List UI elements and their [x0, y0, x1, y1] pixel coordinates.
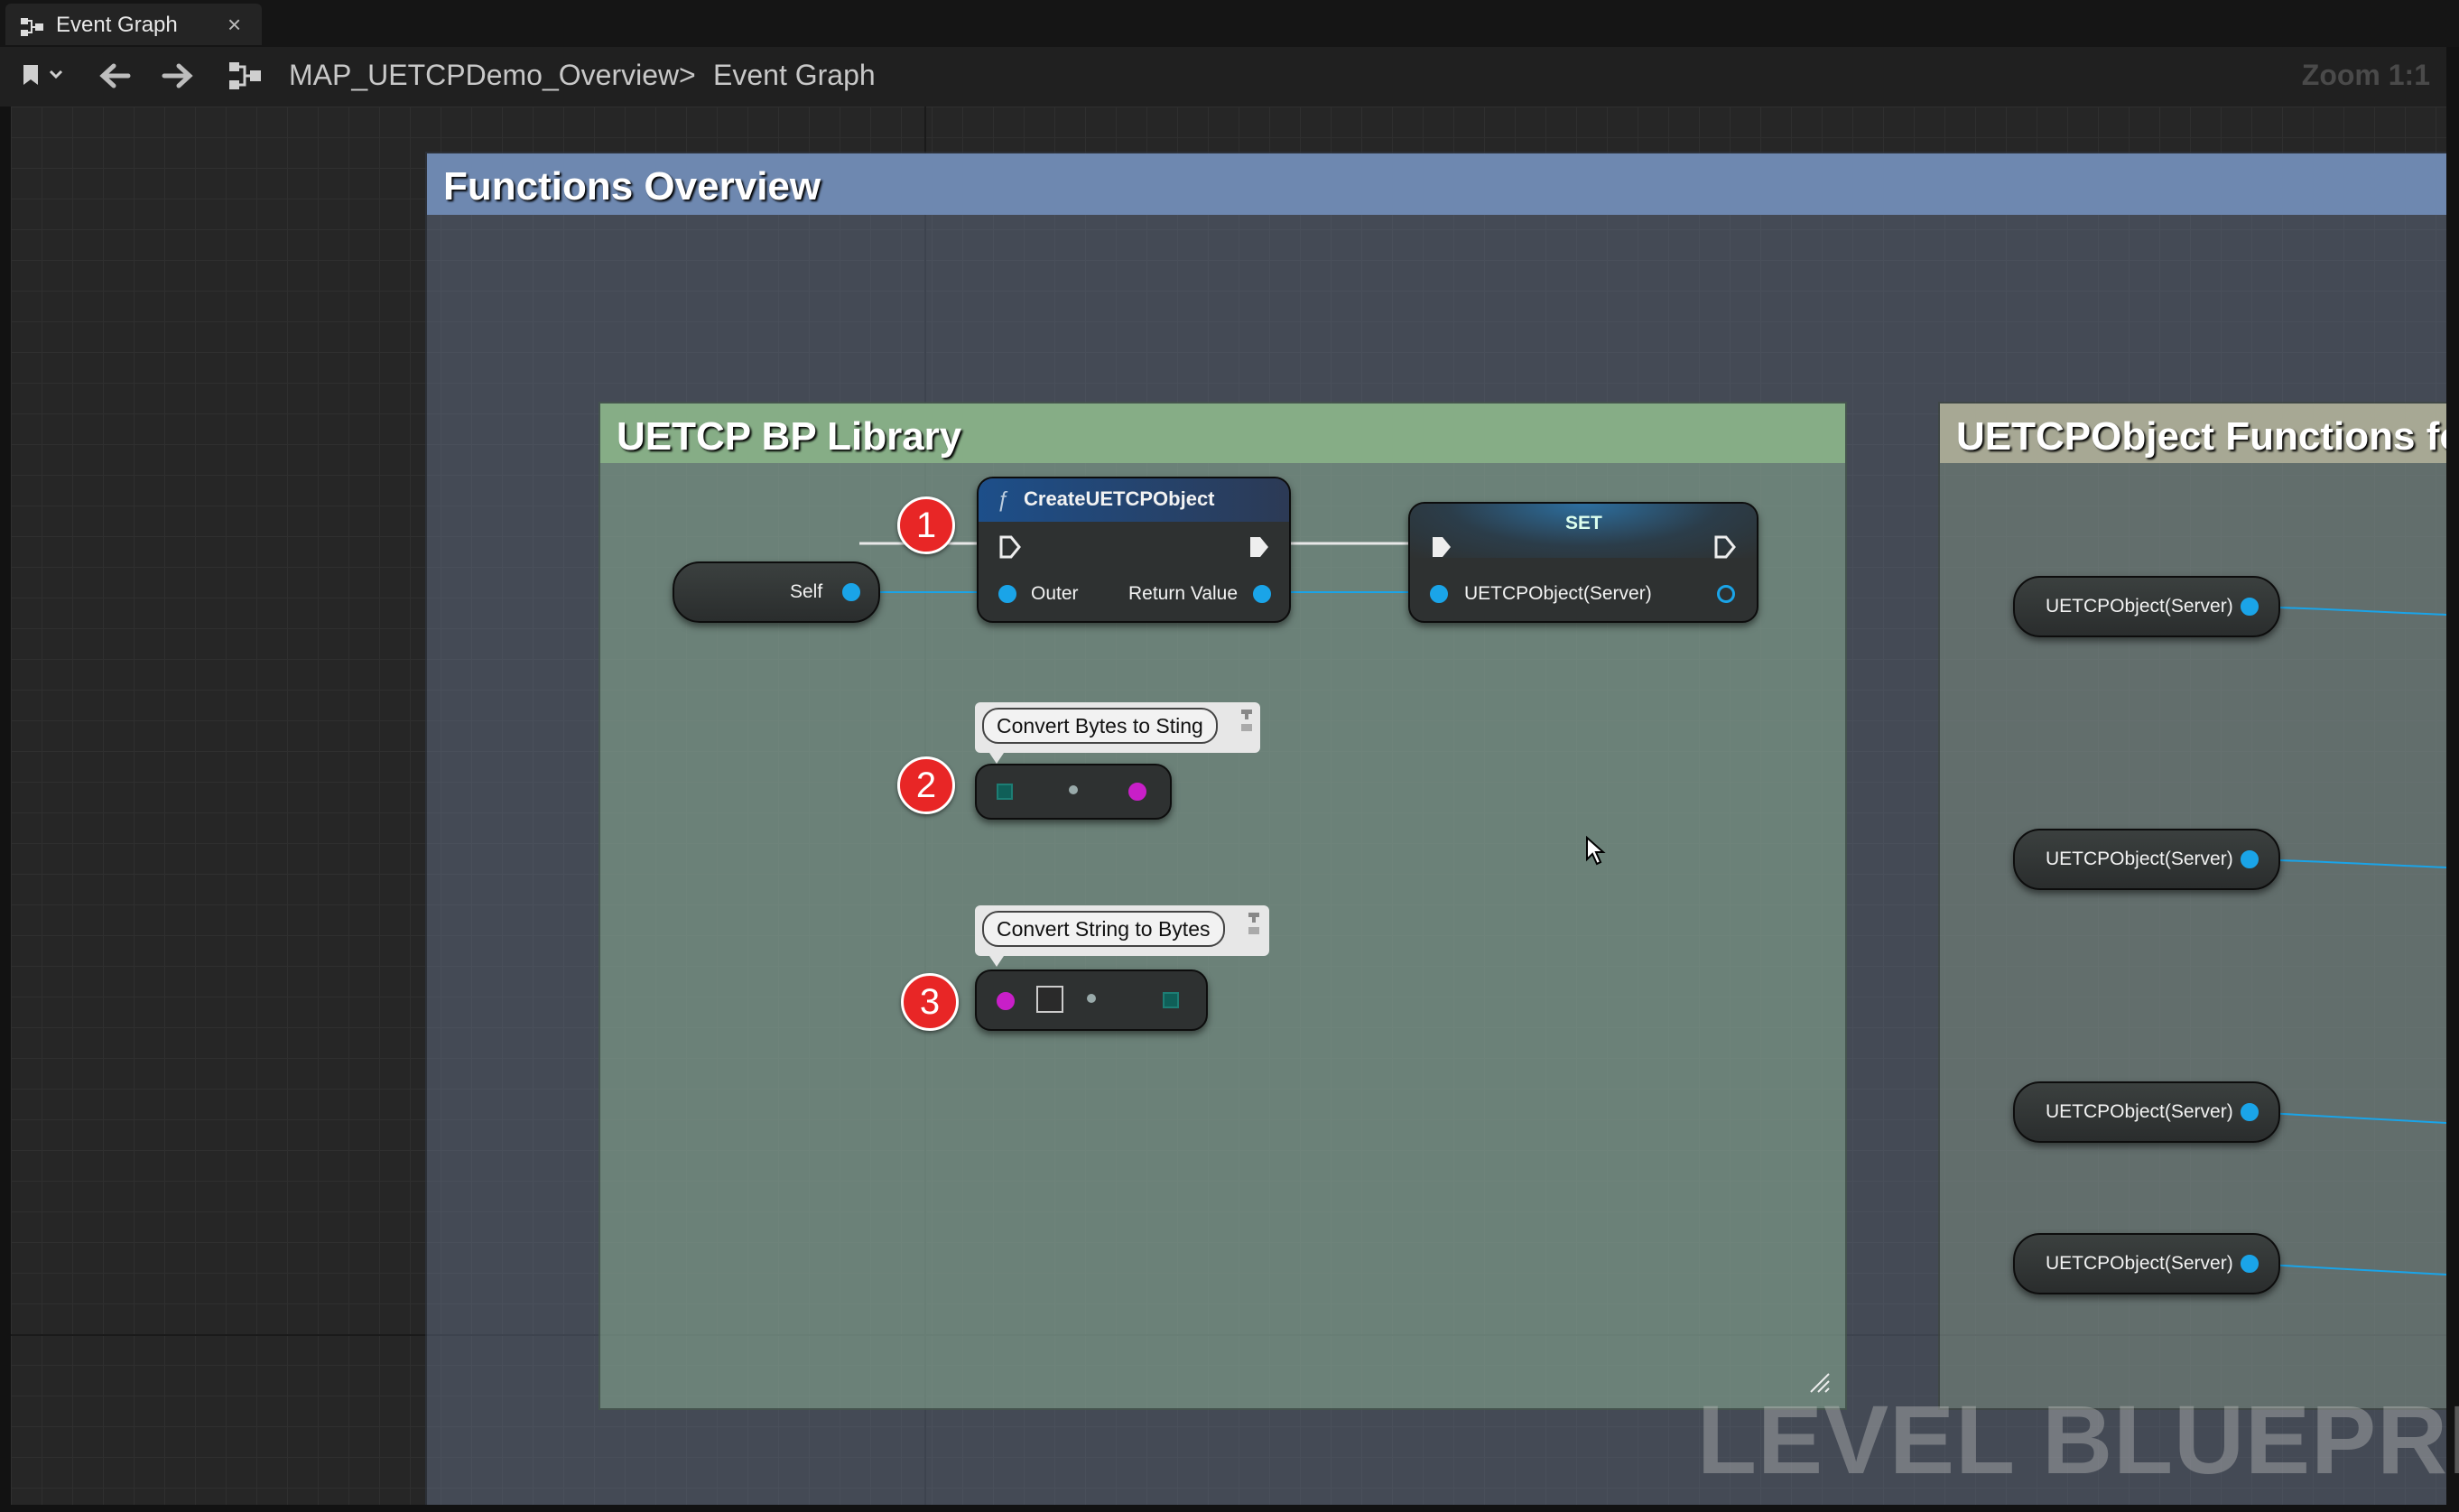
- self-node[interactable]: Self: [673, 561, 880, 623]
- function-icon: ƒ: [997, 487, 1009, 512]
- node-comment-bubble[interactable]: Convert String to Bytes: [975, 905, 1269, 967]
- uetcpobject-server-node[interactable]: UETCPObject(Server): [2013, 576, 2280, 637]
- mouse-cursor-icon: [1585, 835, 1607, 871]
- breadcrumb-level[interactable]: MAP_UETCPDemo_Overview: [289, 59, 679, 92]
- right-border: [2446, 47, 2459, 1512]
- bytes-output-pin[interactable]: [1163, 992, 1179, 1008]
- string-output-pin[interactable]: [1128, 783, 1146, 801]
- var-output-pin[interactable]: [2241, 598, 2259, 616]
- close-icon[interactable]: ×: [227, 11, 241, 39]
- bubble-tail: [989, 956, 1004, 967]
- graph-icon: [20, 16, 45, 42]
- bytes-input-pin[interactable]: [997, 784, 1013, 800]
- convert-string-to-bytes-node[interactable]: [975, 969, 1208, 1031]
- node-dot: [1087, 994, 1096, 1003]
- self-output-pin[interactable]: [842, 583, 860, 601]
- zoom-level: Zoom 1:1: [2301, 59, 2430, 91]
- var-output-pin[interactable]: [2241, 850, 2259, 868]
- level-blueprint-watermark: LEVEL BLUEPRINT: [1697, 1385, 2459, 1494]
- exec-output-pin[interactable]: [1248, 534, 1271, 560]
- var-label: UETCPObject(Server): [2046, 849, 2233, 869]
- uetcpobject-server-node[interactable]: UETCPObject(Server): [2013, 1233, 2280, 1294]
- exec-output-pin[interactable]: [1713, 534, 1737, 560]
- var-label: UETCPObject(Server): [2046, 596, 2233, 617]
- var-output-pin[interactable]: [1717, 585, 1735, 603]
- toolbar: MAP_UETCPDemo_Overview > Event Graph Zoo…: [0, 47, 2446, 107]
- left-border: [0, 107, 11, 1512]
- outer-input-pin[interactable]: [998, 585, 1016, 603]
- uetcpobject-server-node[interactable]: UETCPObject(Server): [2013, 829, 2280, 890]
- bubble-tail: [989, 753, 1004, 764]
- var-output-pin[interactable]: [2241, 1103, 2259, 1121]
- string-input-box[interactable]: [1036, 986, 1063, 1013]
- step-badge: 3: [901, 973, 959, 1031]
- return-value-pin[interactable]: [1253, 585, 1271, 603]
- uetcpobject-server-node[interactable]: UETCPObject(Server): [2013, 1081, 2280, 1143]
- pin-label-var: UETCPObject(Server): [1464, 583, 1652, 604]
- string-input-pin[interactable]: [997, 992, 1015, 1010]
- tab-bar: Event Graph ×: [0, 0, 2459, 47]
- var-input-pin[interactable]: [1430, 585, 1448, 603]
- bookmark-icon[interactable]: [20, 61, 67, 93]
- var-output-pin[interactable]: [2241, 1255, 2259, 1273]
- step-badge: 1: [897, 496, 955, 554]
- breadcrumb-graph[interactable]: Event Graph: [713, 59, 876, 92]
- convert-bytes-to-string-node[interactable]: [975, 764, 1172, 820]
- graph-icon: [227, 60, 264, 97]
- pin-label-outer: Outer: [1031, 583, 1079, 604]
- back-arrow-icon[interactable]: [97, 61, 134, 95]
- bottom-border: [0, 1505, 2459, 1512]
- pin-icon[interactable]: [1239, 708, 1255, 735]
- forward-arrow-icon[interactable]: [159, 61, 195, 95]
- exec-input-pin[interactable]: [1430, 534, 1453, 560]
- tab-title: Event Graph: [56, 13, 178, 37]
- node-comment-bubble[interactable]: Convert Bytes to Sting: [975, 702, 1260, 764]
- breadcrumb-separator: >: [679, 59, 696, 91]
- step-badge: 2: [897, 756, 955, 814]
- node-title: CreateUETCPObject: [1024, 487, 1215, 510]
- var-label: UETCPObject(Server): [2046, 1101, 2233, 1122]
- node-title: SET: [1565, 513, 1602, 533]
- pin-icon[interactable]: [1246, 911, 1262, 938]
- create-uetcpobject-node[interactable]: ƒ CreateUETCPObject Outer Return Value: [977, 477, 1291, 623]
- node-comment-text: Convert String to Bytes: [982, 911, 1225, 947]
- node-dot: [1069, 785, 1078, 794]
- pin-label-return-value: Return Value: [1128, 583, 1239, 604]
- tab-event-graph[interactable]: Event Graph ×: [5, 4, 262, 45]
- self-label: Self: [790, 581, 823, 602]
- var-label: UETCPObject(Server): [2046, 1253, 2233, 1274]
- exec-input-pin[interactable]: [998, 534, 1022, 560]
- graph-canvas[interactable]: Functions Overview UETCP BP Library UETC…: [11, 107, 2446, 1505]
- node-comment-text: Convert Bytes to Sting: [982, 708, 1218, 744]
- set-node[interactable]: SET UETCPObject(Server): [1408, 502, 1758, 623]
- wires: [841, 542, 2446, 1275]
